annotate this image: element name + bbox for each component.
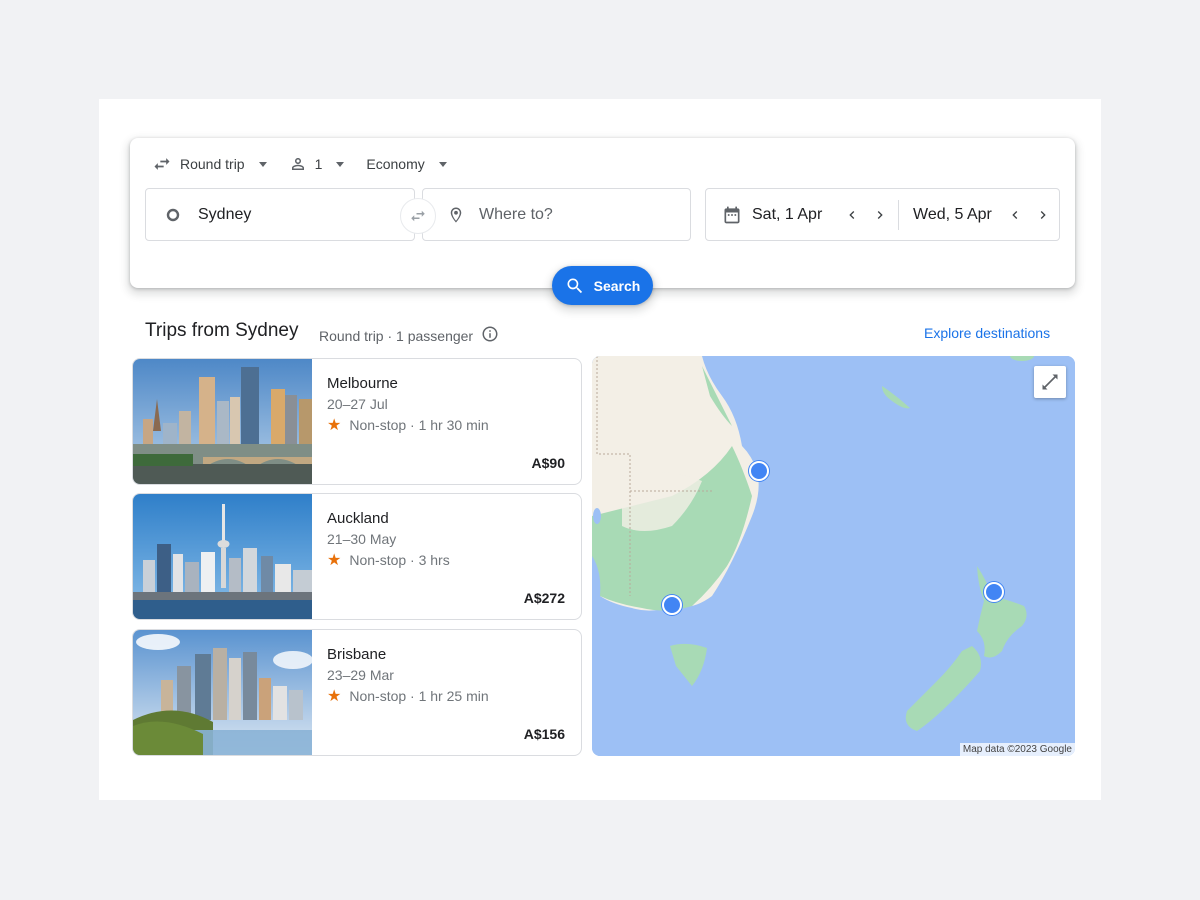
trip-price: A$272 xyxy=(523,590,565,606)
destination-placeholder: Where to? xyxy=(479,205,553,223)
swap-locations-button[interactable] xyxy=(400,198,436,234)
map-tiles xyxy=(592,356,1075,756)
origin-circle-icon xyxy=(164,206,182,224)
expand-icon xyxy=(1042,374,1058,390)
map-pin-brisbane[interactable] xyxy=(749,461,769,481)
date-divider xyxy=(898,199,899,230)
swap-arrows-icon xyxy=(154,158,170,170)
chevron-right-icon xyxy=(877,210,883,219)
explore-destinations-link[interactable]: Explore destinations xyxy=(924,325,1050,341)
location-pin-icon xyxy=(447,206,465,224)
dropdown-caret-icon xyxy=(258,161,267,167)
passengers-value: 1 xyxy=(314,156,323,172)
trip-card-auckland[interactable]: Auckland 21–30 May ★ Non-stop · 3 hrs A$2… xyxy=(132,493,582,620)
trip-price: A$156 xyxy=(523,726,565,742)
return-date-value: Wed, 5 Apr xyxy=(913,205,992,223)
trip-dates: 23–29 Mar xyxy=(327,667,394,683)
depart-date-value: Sat, 1 Apr xyxy=(752,205,823,223)
depart-date-field[interactable]: Sat, 1 Apr xyxy=(706,189,894,240)
origin-input[interactable]: Sydney xyxy=(145,188,415,241)
trip-type-dropdown[interactable]: Round trip xyxy=(152,154,267,174)
return-date-field[interactable]: Wed, 5 Apr xyxy=(913,189,1057,240)
trip-dates: 21–30 May xyxy=(327,531,397,547)
search-button-label: Search xyxy=(593,277,641,294)
search-button[interactable]: Search xyxy=(552,266,653,305)
trip-city: Melbourne xyxy=(327,375,398,392)
cabin-class-value: Economy xyxy=(366,156,425,172)
calendar-icon xyxy=(722,206,742,224)
chevron-left-icon xyxy=(849,210,855,219)
person-icon xyxy=(291,158,304,170)
dropdown-caret-icon xyxy=(336,161,345,167)
depart-prev-day-button[interactable] xyxy=(838,201,866,229)
star-icon: ★ xyxy=(327,688,342,705)
date-range-input: Sat, 1 Apr Wed, 5 Apr xyxy=(705,188,1060,241)
trip-card-brisbane[interactable]: Brisbane 23–29 Mar ★ Non-stop · 1 hr 25 m… xyxy=(132,629,582,756)
info-icon[interactable] xyxy=(481,325,499,346)
star-icon: ★ xyxy=(327,417,342,434)
trip-stops: Non-stop · 1 hr 25 min xyxy=(349,688,489,704)
auckland-photo xyxy=(133,494,312,619)
cabin-class-dropdown[interactable]: Economy xyxy=(366,156,447,172)
brisbane-photo xyxy=(133,630,312,755)
melbourne-photo xyxy=(133,359,312,484)
return-next-day-button[interactable] xyxy=(1029,201,1057,229)
return-prev-day-button[interactable] xyxy=(1001,201,1029,229)
depart-next-day-button[interactable] xyxy=(866,201,894,229)
trip-price: A$90 xyxy=(531,455,565,471)
trips-subtitle: Round trip · 1 passenger xyxy=(319,325,499,346)
swap-icon xyxy=(411,210,425,222)
destinations-map[interactable]: Map data ©2023 Google xyxy=(592,356,1075,756)
search-icon xyxy=(567,278,582,293)
trip-stops: Non-stop · 3 hrs xyxy=(349,552,450,568)
trips-subtitle-text: Round trip · 1 passenger xyxy=(319,327,474,344)
star-icon: ★ xyxy=(327,552,342,569)
dropdown-caret-icon xyxy=(438,161,447,167)
trips-heading: Trips from Sydney xyxy=(145,320,299,341)
map-attribution: Map data ©2023 Google xyxy=(959,743,1075,756)
trip-card-melbourne[interactable]: Melbourne 20–27 Jul ★ Non-stop · 1 hr 30 … xyxy=(132,358,582,485)
map-pin-melbourne[interactable] xyxy=(662,595,682,615)
passengers-dropdown[interactable]: 1 xyxy=(289,155,345,173)
chevron-left-icon xyxy=(1012,210,1018,219)
expand-map-button[interactable] xyxy=(1034,366,1066,398)
origin-value: Sydney xyxy=(198,205,252,223)
trip-type-value: Round trip xyxy=(180,156,245,172)
map-pin-auckland[interactable] xyxy=(984,582,1004,602)
trip-dates: 20–27 Jul xyxy=(327,396,388,412)
trip-city: Brisbane xyxy=(327,646,387,663)
trip-stops: Non-stop · 1 hr 30 min xyxy=(349,417,489,433)
destination-input[interactable]: Where to? xyxy=(422,188,691,241)
chevron-right-icon xyxy=(1040,210,1046,219)
trip-city: Auckland xyxy=(327,510,389,527)
